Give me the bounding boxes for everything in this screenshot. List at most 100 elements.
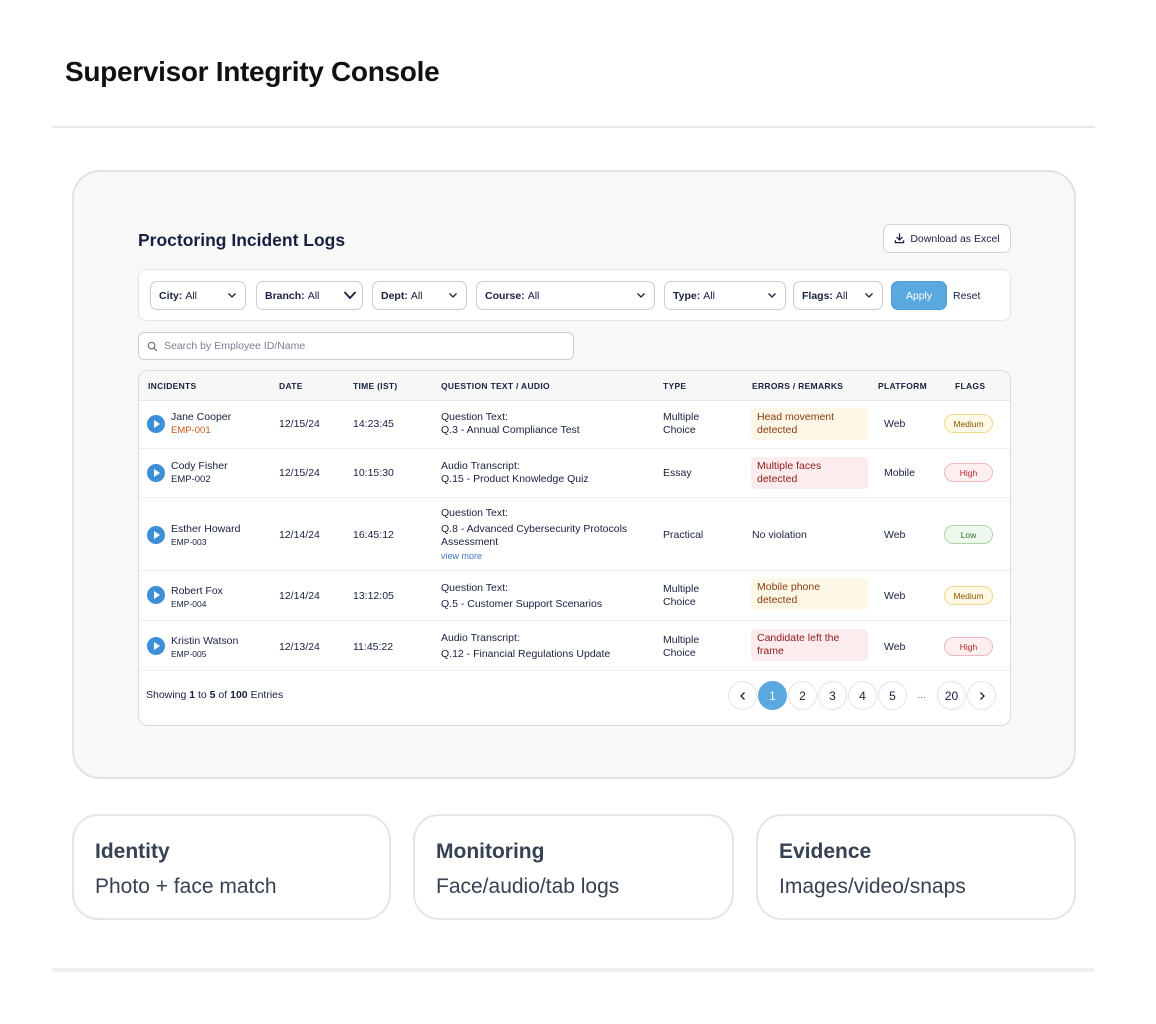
incident-date: 12/15/24	[279, 418, 320, 430]
header-type[interactable]: TYPE	[663, 381, 686, 391]
page-button-2[interactable]: 2	[788, 681, 817, 710]
dept-filter[interactable]: Dept: All	[372, 281, 467, 310]
table-row[interactable]: Esther Howard EMP-003 12/14/24 16:45:12 …	[139, 498, 1010, 571]
employee-id[interactable]: EMP-001	[171, 424, 231, 437]
search-box[interactable]	[138, 332, 574, 360]
incident-time: 11:45:22	[353, 641, 394, 653]
card-title: Proctoring Incident Logs	[138, 230, 346, 250]
course-filter-value: All	[527, 289, 540, 302]
table-row[interactable]: Cody Fisher EMP-002 12/15/24 10:15:30 Au…	[139, 449, 1010, 498]
flag-badge: High	[944, 637, 993, 656]
entries-summary: Showing 1 to 5 of 100 Entries	[146, 689, 283, 701]
table-row[interactable]: Kristin Watson EMP-005 12/13/24 11:45:22…	[139, 621, 1010, 671]
header-date[interactable]: DATE	[279, 381, 303, 391]
incident-date: 12/15/24	[279, 467, 320, 479]
pagination-ellipsis: ...	[917, 690, 926, 701]
showing-label: Showing	[146, 689, 187, 701]
branch-filter[interactable]: Branch: All	[256, 281, 363, 310]
dept-filter-value: All	[410, 289, 423, 302]
header-question[interactable]: QUESTION TEXT / AUDIO	[441, 381, 550, 391]
table-row[interactable]: Robert Fox EMP-004 12/14/24 13:12:05 Que…	[139, 571, 1010, 621]
question-label: Question Text:	[441, 507, 508, 519]
download-icon	[895, 233, 905, 244]
header-remarks[interactable]: ERRORS / REMARKS	[752, 381, 843, 391]
header-time[interactable]: TIME (IST)	[353, 381, 398, 391]
feature-title: Evidence	[779, 840, 872, 863]
remark-text: Multiple faces	[757, 460, 822, 472]
question-type: Practical	[663, 529, 704, 541]
play-icon[interactable]	[147, 415, 165, 433]
city-filter[interactable]: City: All	[150, 281, 246, 310]
play-icon[interactable]	[147, 464, 165, 482]
prev-page-button[interactable]	[728, 681, 757, 710]
chevron-down-icon	[449, 293, 457, 298]
platform: Web	[884, 529, 906, 541]
flag-badge: High	[944, 463, 993, 482]
course-filter-key: Course:	[485, 289, 525, 302]
entries-label: Entries	[250, 689, 284, 701]
chevron-down-icon	[768, 293, 776, 298]
page-button-3[interactable]: 3	[818, 681, 847, 710]
employee-id: EMP-003	[171, 537, 207, 547]
flags-filter-key: Flags:	[802, 289, 833, 302]
chevron-left-icon	[739, 691, 745, 700]
view-more-link[interactable]: view more	[441, 550, 627, 563]
page-button-5[interactable]: 5	[878, 681, 907, 710]
type-filter[interactable]: Type: All	[664, 281, 786, 310]
question-text-cont: Assessment	[441, 536, 499, 548]
question-text: Q.8 - Advanced Cybersecurity Protocols	[441, 523, 628, 535]
employee-name: Cody Fisher	[171, 460, 228, 472]
audio-label: Audio Transcript:	[441, 632, 520, 644]
employee-name: Kristin Watson	[171, 635, 239, 647]
page-button-4[interactable]: 4	[848, 681, 877, 710]
incident-table: INCIDENTS DATE TIME (IST) QUESTION TEXT …	[138, 370, 1011, 726]
question-type: Multiple	[663, 634, 700, 646]
download-excel-button[interactable]: Download as Excel	[883, 224, 1011, 253]
to-label: to	[197, 689, 207, 701]
platform: Web	[884, 590, 906, 602]
branch-filter-value: All	[307, 289, 320, 302]
incident-time: 16:45:12	[353, 529, 394, 541]
flags-filter[interactable]: Flags: All	[793, 281, 883, 310]
branch-filter-key: Branch:	[265, 289, 305, 302]
play-icon[interactable]	[147, 586, 165, 604]
search-input[interactable]	[164, 340, 564, 352]
platform: Mobile	[884, 467, 915, 479]
platform: Web	[884, 418, 906, 430]
question-type: Multiple	[663, 583, 700, 595]
feature-card-identity: Identity Photo + face match	[72, 814, 391, 920]
play-icon[interactable]	[147, 526, 165, 544]
search-icon	[147, 341, 158, 351]
header-divider	[52, 126, 1095, 128]
feature-subtitle: Photo + face match	[95, 875, 277, 898]
page-button-1[interactable]: 1	[758, 681, 787, 710]
table-row[interactable]: Jane Cooper EMP-001 12/15/24 14:23:45 Qu…	[139, 401, 1010, 449]
total-entries: 100	[230, 689, 248, 701]
type-filter-value: All	[703, 289, 715, 302]
city-filter-key: City:	[159, 289, 183, 302]
employee-id: EMP-002	[171, 474, 211, 485]
employee-id: EMP-004	[171, 599, 207, 609]
question-type-cont: Choice	[663, 647, 696, 659]
header-flags[interactable]: FLAGS	[955, 381, 985, 391]
audio-label: Audio Transcript:	[441, 460, 520, 472]
page-button-20[interactable]: 20	[937, 681, 966, 710]
employee-name: Esther Howard	[171, 523, 241, 535]
apply-button[interactable]: Apply	[891, 281, 947, 310]
remark-text-cont: detected	[757, 424, 798, 436]
header-incidents[interactable]: INCIDENTS	[148, 381, 197, 391]
course-filter[interactable]: Course: All	[476, 281, 655, 310]
page-title: Supervisor Integrity Console	[65, 56, 440, 87]
header-platform[interactable]: PLATFORM	[878, 381, 927, 391]
question-label: Question Text:	[441, 411, 508, 423]
question-text: Q.3 - Annual Compliance Test	[441, 424, 580, 436]
play-icon[interactable]	[147, 637, 165, 655]
flag-badge: Medium	[944, 586, 993, 605]
chevron-down-icon	[637, 293, 645, 298]
flag-badge: Medium	[944, 414, 993, 433]
of-label: of	[218, 689, 228, 701]
feature-title: Identity	[95, 840, 170, 863]
reset-button[interactable]: Reset	[953, 281, 980, 310]
next-page-button[interactable]	[967, 681, 996, 710]
remark-badge: Mobile phone detected	[751, 578, 868, 610]
